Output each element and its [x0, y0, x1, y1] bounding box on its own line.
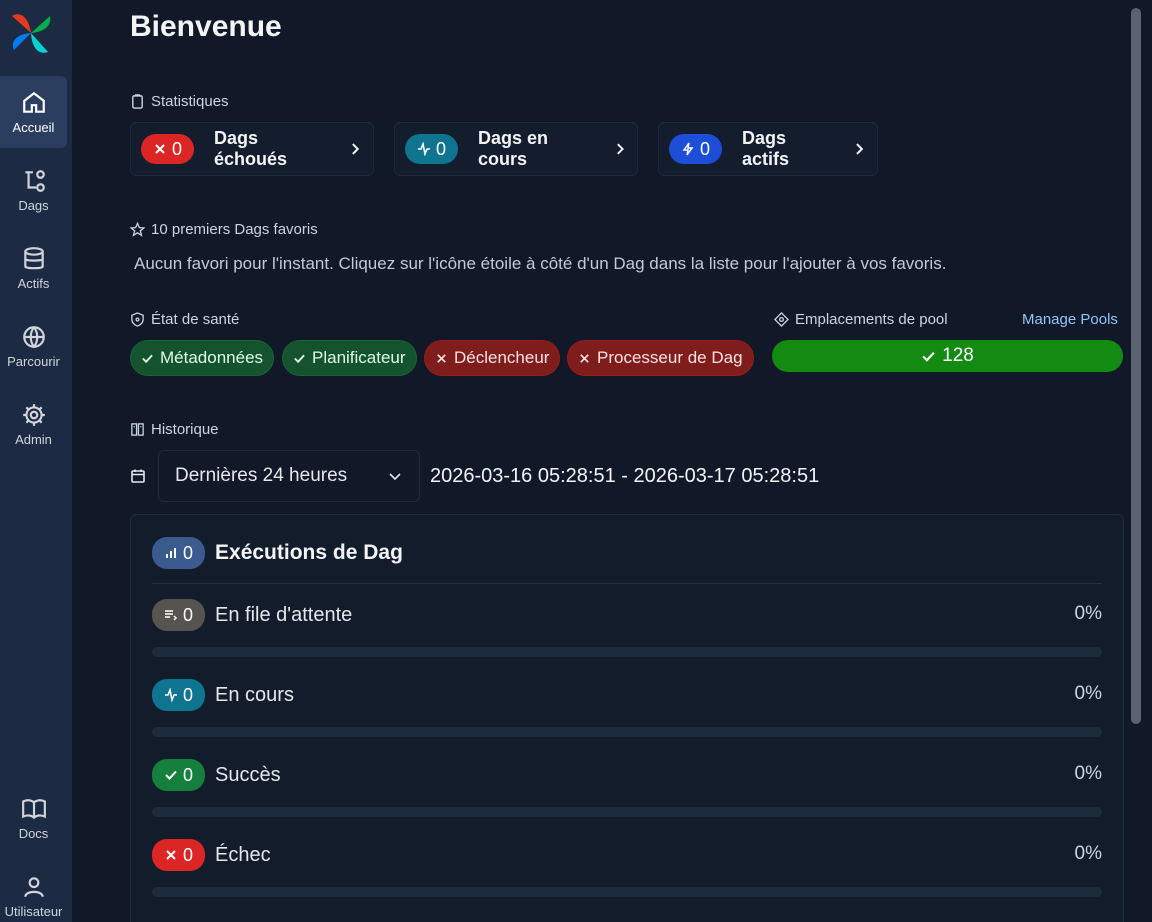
- main-content: Bienvenue Statistiques 0 Dags échoués 0 …: [72, 0, 1128, 922]
- success-percent: 0%: [1074, 763, 1102, 784]
- sidebar-item-docs[interactable]: Docs: [0, 782, 67, 854]
- check-icon: [165, 770, 177, 780]
- running-badge: 0: [152, 679, 206, 711]
- dag-runs-title: Exécutions de Dag: [215, 541, 403, 564]
- activity-icon: [165, 688, 177, 702]
- chevron-right-icon: [856, 143, 864, 155]
- history-icon: [131, 423, 144, 436]
- chevron-right-icon: [352, 143, 360, 155]
- health-pill-metadonnees[interactable]: Métadonnées: [130, 340, 275, 376]
- time-range-select[interactable]: Dernières 24 heures: [158, 450, 420, 502]
- health-pill-processeur-de-dag[interactable]: Processeur de Dag: [567, 340, 754, 376]
- chevron-down-icon: [389, 473, 401, 481]
- user-icon: [23, 876, 44, 897]
- pool-slots-bar[interactable]: 128: [772, 340, 1123, 372]
- sidebar-item-label: Actifs: [17, 275, 50, 291]
- sidebar-item-actifs[interactable]: Actifs: [0, 232, 67, 304]
- scrollbar-thumb[interactable]: [1131, 8, 1141, 724]
- failed-dags-label: Dags échoués: [214, 128, 288, 169]
- lightning-icon: [682, 142, 694, 156]
- sidebar-item-admin[interactable]: Admin: [0, 388, 67, 460]
- manage-pools-link[interactable]: Manage Pools: [1022, 311, 1118, 328]
- failed-dags-badge: 0: [141, 134, 195, 164]
- failed-label: Échec: [215, 843, 271, 866]
- queued-label: En file d'attente: [215, 603, 353, 626]
- sidebar-item-label: Admin: [15, 431, 52, 447]
- history-range-row: Dernières 24 heures 2026-03-16 05:28:51 …: [130, 450, 819, 502]
- stats-section-label: Statistiques: [130, 93, 229, 110]
- x-icon: [155, 144, 165, 154]
- running-label: En cours: [215, 683, 294, 706]
- time-range-text: 2026-03-16 05:28:51 - 2026-03-17 05:28:5…: [430, 464, 820, 487]
- failed-dags-card[interactable]: 0 Dags échoués: [130, 122, 374, 176]
- success-badge: 0: [152, 759, 206, 791]
- favorites-empty-text: Aucun favori pour l'instant. Cliquez sur…: [134, 254, 947, 273]
- queued-progress-track: [152, 647, 1102, 657]
- health-pill-declencheur[interactable]: Déclencheur: [424, 340, 561, 376]
- clipboard-icon: [132, 94, 143, 109]
- failed-percent: 0%: [1074, 843, 1102, 864]
- page-title: Bienvenue: [130, 10, 282, 43]
- favorites-section-label: 10 premiers Dags favoris: [130, 221, 318, 238]
- running-percent: 0%: [1074, 683, 1102, 704]
- health-section-label: État de santé: [130, 311, 239, 328]
- dag-runs-header: 0 Exécutions de Dag: [152, 537, 403, 569]
- globe-icon: [22, 325, 45, 348]
- queue-icon: [165, 610, 178, 621]
- sidebar-item-label: Parcourir: [7, 353, 60, 369]
- run-row-running[interactable]: 0 En cours 0%: [152, 679, 1102, 743]
- active-dags-badge: 0: [669, 134, 723, 164]
- sidebar-item-label: Dags: [18, 197, 49, 213]
- sidebar-item-label: Docs: [18, 825, 49, 841]
- sidebar: Accueil Dags Actifs Parcourir Admin Docs…: [0, 0, 72, 922]
- health-pill-planificateur[interactable]: Planificateur: [282, 340, 417, 376]
- failed-badge: 0: [152, 839, 206, 871]
- book-icon: [21, 798, 46, 819]
- active-dags-card[interactable]: 0 Dags actifs: [658, 122, 878, 176]
- activity-icon: [418, 142, 430, 156]
- sidebar-item-dags[interactable]: Dags: [0, 154, 67, 226]
- check-icon: [922, 351, 935, 362]
- divider: [152, 583, 1102, 584]
- check-icon: [142, 354, 153, 363]
- run-row-success[interactable]: 0 Succès 0%: [152, 759, 1102, 823]
- sidebar-item-parcourir[interactable]: Parcourir: [0, 310, 67, 382]
- queued-badge: 0: [152, 599, 206, 631]
- calendar-icon: [131, 469, 145, 483]
- x-icon: [437, 353, 446, 363]
- bar-chart-icon: [166, 548, 176, 558]
- running-dags-label: Dags en cours: [478, 128, 549, 169]
- sidebar-item-accueil[interactable]: Accueil: [0, 76, 67, 148]
- database-icon: [23, 246, 44, 269]
- active-dags-label: Dags actifs: [742, 128, 790, 169]
- shield-icon: [131, 312, 144, 327]
- dag-runs-count-badge: 0: [152, 537, 206, 569]
- pool-slots-value: 128: [942, 345, 974, 366]
- airflow-logo[interactable]: [8, 10, 54, 56]
- x-icon: [580, 353, 589, 363]
- running-dags-card[interactable]: 0 Dags en cours: [394, 122, 638, 176]
- star-icon: [130, 222, 145, 237]
- dags-icon: [24, 169, 45, 192]
- running-dags-badge: 0: [405, 134, 459, 164]
- target-icon: [774, 312, 789, 327]
- history-section-label: Historique: [130, 421, 219, 438]
- gear-icon: [22, 403, 45, 426]
- dag-runs-panel: 0 Exécutions de Dag 0 En file d'attente …: [130, 514, 1124, 922]
- sidebar-item-label: Accueil: [12, 119, 55, 135]
- chevron-right-icon: [616, 143, 624, 155]
- success-progress-track: [152, 807, 1102, 817]
- queued-percent: 0%: [1074, 603, 1102, 624]
- check-icon: [294, 354, 305, 363]
- success-label: Succès: [215, 763, 281, 786]
- sidebar-item-utilisateur[interactable]: Utilisateur: [0, 860, 67, 922]
- run-row-queued[interactable]: 0 En file d'attente 0%: [152, 599, 1102, 663]
- running-progress-track: [152, 727, 1102, 737]
- x-icon: [166, 850, 176, 860]
- run-row-failed[interactable]: 0 Échec 0%: [152, 839, 1102, 903]
- home-icon: [22, 91, 45, 113]
- failed-progress-track: [152, 887, 1102, 897]
- pool-section-label: Emplacements de pool: [774, 311, 948, 328]
- sidebar-item-label: Utilisateur: [4, 903, 63, 919]
